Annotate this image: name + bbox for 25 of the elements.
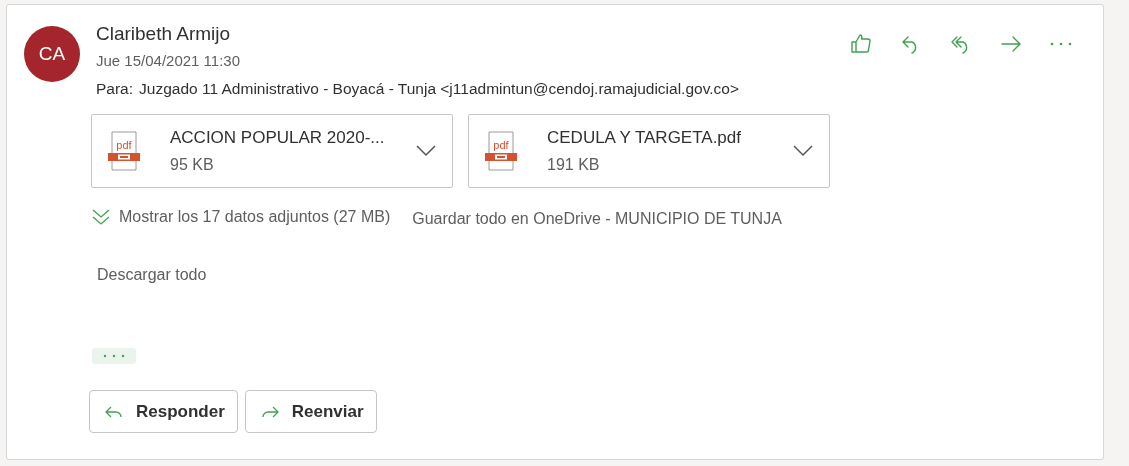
recipient-label: Para: (96, 80, 134, 98)
file-type-label: pdf (493, 139, 509, 151)
pdf-file-icon (485, 131, 517, 171)
more-icon[interactable] (1049, 41, 1073, 47)
recipient: Juzgado 11 Administrativo - Boyacá - Tunja <j11admintun@cendoj.ramajudicial.gov.co> (139, 80, 739, 98)
attachment-name: ACCION POPULAR 2020-... (170, 128, 386, 148)
thumbs-up-icon[interactable] (849, 32, 873, 56)
double-chevron-icon (91, 208, 111, 226)
chevron-down-icon[interactable] (793, 145, 813, 157)
file-type-label: pdf (116, 139, 132, 151)
attachment-card[interactable]: pdf ACCION POPULAR 2020-... 95 KB (91, 114, 453, 188)
attachment-size: 191 KB (547, 156, 601, 174)
chevron-down-icon[interactable] (416, 145, 436, 157)
attachment-name: CEDULA Y TARGETA.pdf (547, 128, 742, 148)
sender-name: Claribeth Armijo (96, 22, 232, 46)
attachment-size: 95 KB (170, 156, 215, 174)
show-all-attachments-button[interactable]: Mostrar los 17 datos adjuntos (27 MB) (91, 208, 391, 226)
download-all-link[interactable]: Descargar todo (97, 266, 207, 284)
avatar: CA (24, 26, 80, 82)
reply-button[interactable]: Responder (89, 390, 238, 433)
pdf-file-icon (108, 131, 140, 171)
message-date: Jue 15/04/2021 11:30 (96, 52, 242, 69)
forward-button[interactable]: Reenviar (244, 390, 377, 433)
attachment-card[interactable]: pdf CEDULA Y TARGETA.pdf 191 KB (468, 114, 830, 188)
save-to-onedrive-link[interactable]: Guardar todo en OneDrive - MUNICIPIO DE TUNJA (412, 210, 782, 228)
